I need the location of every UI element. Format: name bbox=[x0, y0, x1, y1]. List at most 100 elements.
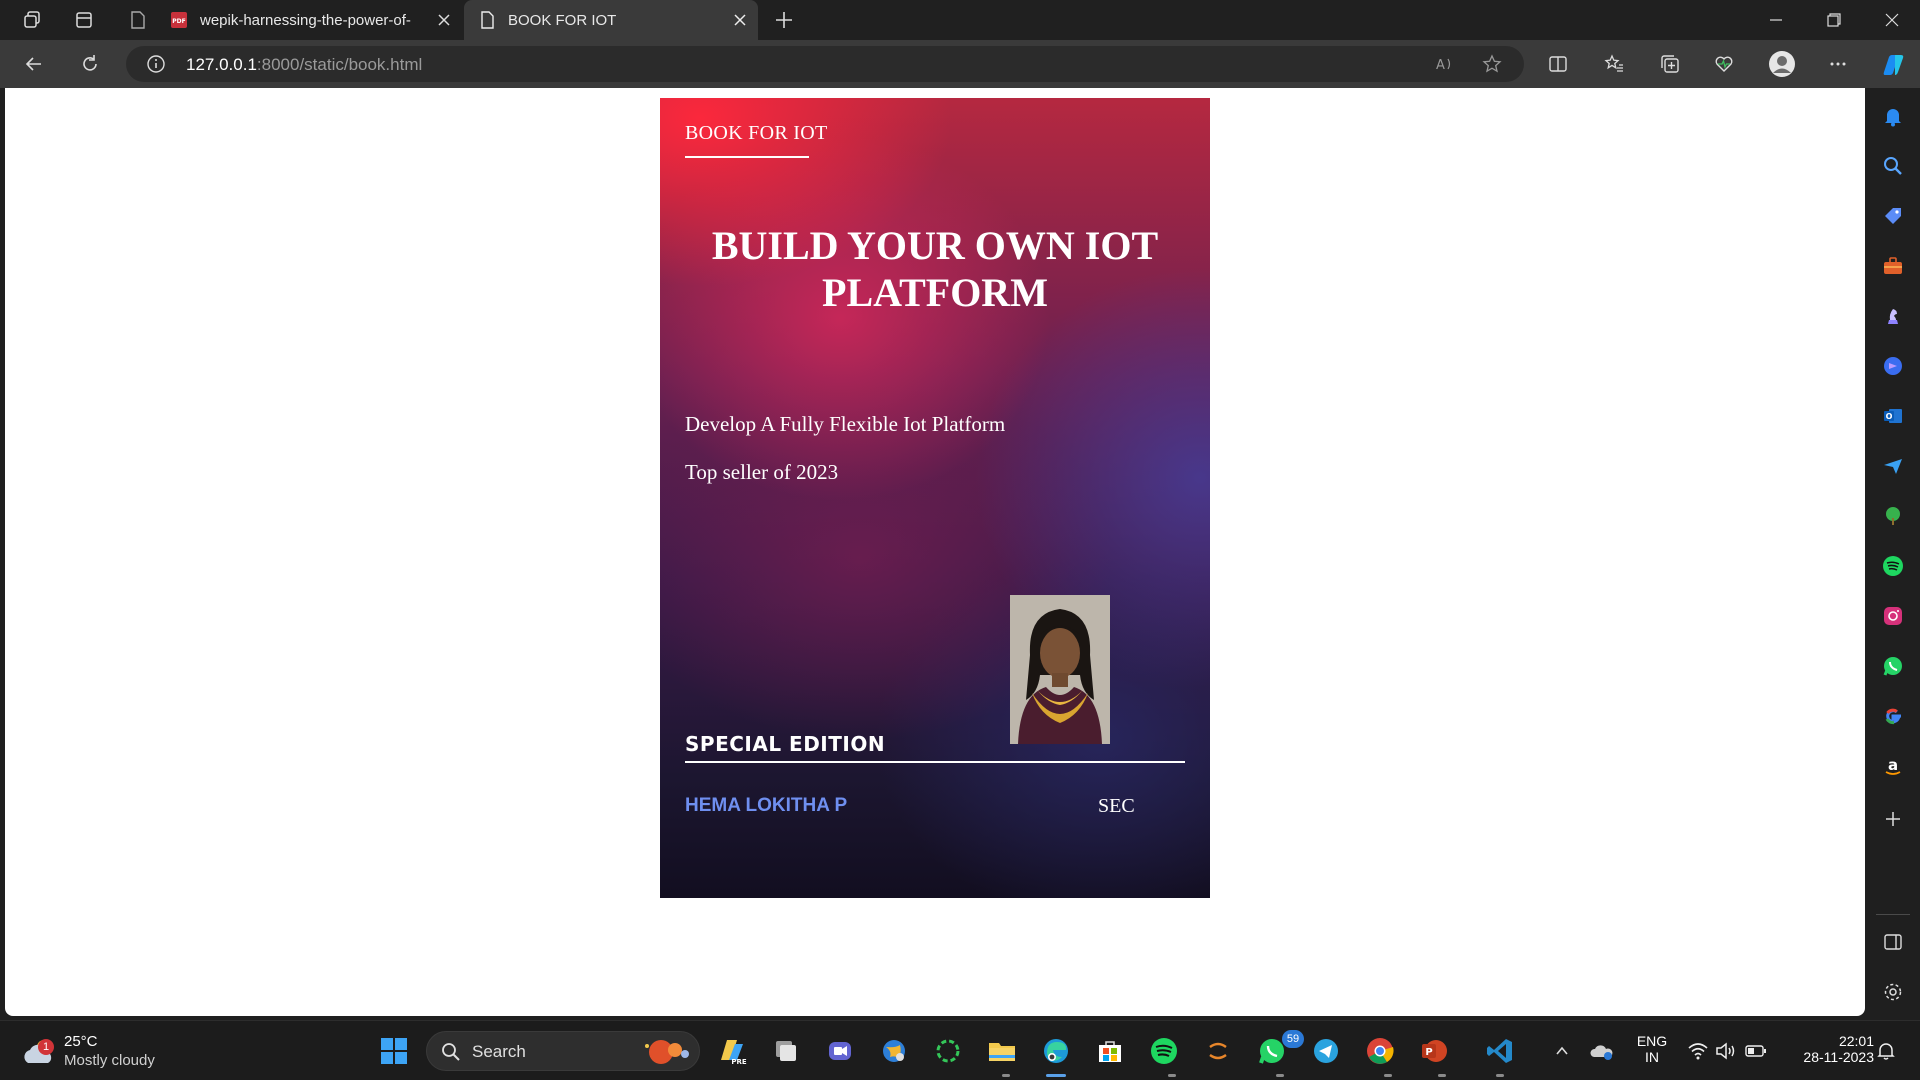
svg-text:a: a bbox=[1888, 756, 1898, 774]
svg-text:O: O bbox=[1886, 412, 1893, 421]
search-label: Search bbox=[472, 1042, 526, 1061]
back-button[interactable] bbox=[16, 48, 52, 80]
running-indicator bbox=[1496, 1074, 1504, 1077]
refresh-button[interactable] bbox=[72, 48, 108, 80]
google-icon[interactable] bbox=[1881, 704, 1905, 728]
close-tab-icon[interactable] bbox=[436, 12, 452, 28]
chevron-up-icon[interactable] bbox=[1544, 1033, 1580, 1069]
task-view-icon[interactable] bbox=[768, 1033, 804, 1069]
edition-divider bbox=[685, 761, 1185, 763]
search-icon[interactable] bbox=[1881, 154, 1905, 178]
java-app-icon[interactable] bbox=[1200, 1033, 1236, 1069]
split-screen-icon[interactable] bbox=[1540, 48, 1576, 80]
book-subtitle: Develop A Fully Flexible Iot Platform bbox=[685, 412, 1006, 436]
pdf-icon: PDF bbox=[170, 11, 188, 29]
browser-toolbar: 127.0.0.1:8000/static/book.html A bbox=[0, 40, 1920, 88]
whatsapp-badge: 59 bbox=[1282, 1030, 1304, 1048]
send-icon[interactable] bbox=[1881, 454, 1905, 478]
sidebar-divider bbox=[1876, 914, 1910, 915]
browser-titlebar: PDF wepik-harnessing-the-power-of- BOOK … bbox=[0, 0, 1920, 40]
restore-button[interactable] bbox=[1806, 0, 1862, 40]
weather-badge: 1 bbox=[38, 1039, 54, 1055]
brand-underline bbox=[685, 156, 809, 158]
tab-title: wepik-harnessing-the-power-of- bbox=[200, 11, 411, 29]
more-options-icon[interactable] bbox=[1820, 48, 1856, 80]
settings-icon[interactable] bbox=[1881, 980, 1905, 1004]
favorites-icon[interactable] bbox=[1596, 48, 1632, 80]
edge-sidebar: O a bbox=[1866, 88, 1920, 1016]
chess-icon[interactable] bbox=[1881, 304, 1905, 328]
region-code: IN bbox=[1645, 1049, 1659, 1065]
widgets-app-icon[interactable]: PRE bbox=[714, 1033, 750, 1069]
language-code: ENG bbox=[1636, 1033, 1668, 1049]
vscode-icon[interactable] bbox=[1482, 1033, 1518, 1069]
browser-essentials-icon[interactable] bbox=[1706, 48, 1742, 80]
spotify-icon[interactable] bbox=[1881, 554, 1905, 578]
windows-taskbar: 1 25°C Mostly cloudy Search PRE 59 P ENG… bbox=[0, 1020, 1920, 1080]
tab-book-for-iot[interactable]: BOOK FOR IOT bbox=[464, 0, 758, 40]
chrome-icon[interactable] bbox=[1362, 1033, 1398, 1069]
microsoft-store-icon[interactable] bbox=[1092, 1033, 1128, 1069]
profile-avatar[interactable] bbox=[1764, 48, 1800, 80]
close-window-button[interactable] bbox=[1864, 0, 1920, 40]
globe-app-icon[interactable] bbox=[876, 1033, 912, 1069]
copilot-icon[interactable] bbox=[1881, 354, 1905, 378]
minimize-button[interactable] bbox=[1748, 0, 1804, 40]
briefcase-icon[interactable] bbox=[1881, 254, 1905, 278]
battery-icon[interactable] bbox=[1738, 1033, 1774, 1069]
book-cover: BOOK FOR IOT BUILD YOUR OWN IOT PLATFORM… bbox=[660, 98, 1210, 898]
add-icon[interactable] bbox=[1881, 807, 1905, 831]
telegram-icon[interactable] bbox=[1308, 1033, 1344, 1069]
pinned-tab-icon[interactable] bbox=[120, 4, 156, 36]
running-indicator bbox=[1002, 1074, 1010, 1077]
copilot-icon[interactable] bbox=[1876, 48, 1912, 80]
language-indicator[interactable]: ENG IN bbox=[1634, 1033, 1670, 1065]
book-title: BUILD YOUR OWN IOT PLATFORM bbox=[660, 222, 1210, 316]
onedrive-icon[interactable] bbox=[1584, 1033, 1620, 1069]
url-text[interactable]: 127.0.0.1:8000/static/book.html bbox=[186, 55, 422, 75]
tab-actions-icon[interactable] bbox=[66, 4, 102, 36]
site-info-icon[interactable] bbox=[144, 52, 168, 76]
search-highlight-icon bbox=[645, 1040, 689, 1064]
svg-text:PRE: PRE bbox=[731, 1058, 747, 1066]
tree-icon[interactable] bbox=[1881, 504, 1905, 528]
svg-text:PDF: PDF bbox=[172, 18, 185, 25]
running-indicator bbox=[1438, 1074, 1446, 1077]
new-tab-button[interactable] bbox=[766, 4, 802, 36]
collections-icon[interactable] bbox=[1652, 48, 1688, 80]
tab-title: BOOK FOR IOT bbox=[508, 11, 617, 29]
svg-text:A: A bbox=[1436, 58, 1445, 73]
powerpoint-icon[interactable]: P bbox=[1416, 1033, 1452, 1069]
taskbar-search[interactable]: Search bbox=[426, 1031, 700, 1071]
spotify-taskbar-icon[interactable] bbox=[1146, 1033, 1182, 1069]
tag-icon[interactable] bbox=[1881, 204, 1905, 228]
amazon-icon[interactable]: a bbox=[1881, 754, 1905, 778]
read-aloud-icon[interactable]: A bbox=[1432, 52, 1456, 76]
whatsapp-icon[interactable] bbox=[1881, 654, 1905, 678]
sidebar-toggle-icon[interactable] bbox=[1881, 930, 1905, 954]
favorite-star-icon[interactable] bbox=[1480, 52, 1504, 76]
tab-pdf[interactable]: PDF wepik-harnessing-the-power-of- bbox=[170, 0, 462, 40]
instagram-icon[interactable] bbox=[1881, 604, 1905, 628]
book-title-line: PLATFORM bbox=[822, 270, 1048, 315]
book-brand: BOOK FOR IOT bbox=[685, 122, 828, 144]
workspaces-icon[interactable] bbox=[14, 4, 50, 36]
clock[interactable]: 22:01 28-11-2023 bbox=[1782, 1033, 1874, 1065]
file-explorer-icon[interactable] bbox=[984, 1033, 1020, 1069]
active-indicator bbox=[1046, 1074, 1066, 1077]
address-bar[interactable]: 127.0.0.1:8000/static/book.html A bbox=[126, 46, 1524, 82]
loading-app-icon[interactable] bbox=[930, 1033, 966, 1069]
weather-temp: 25°C bbox=[64, 1033, 98, 1050]
weather-widget[interactable]: 1 25°C Mostly cloudy bbox=[20, 1031, 155, 1071]
search-icon bbox=[442, 1043, 460, 1061]
close-tab-icon[interactable] bbox=[732, 12, 748, 28]
bell-icon[interactable] bbox=[1881, 104, 1905, 128]
edge-browser-icon[interactable] bbox=[1038, 1033, 1074, 1069]
outlook-icon[interactable]: O bbox=[1881, 404, 1905, 428]
author-photo bbox=[1010, 595, 1110, 744]
book-title-line: BUILD YOUR OWN IOT bbox=[711, 223, 1159, 268]
notification-bell-icon[interactable] bbox=[1868, 1033, 1904, 1069]
edition-label: SPECIAL EDITION bbox=[685, 732, 886, 756]
teams-chat-icon[interactable] bbox=[822, 1033, 858, 1069]
start-button[interactable] bbox=[376, 1033, 412, 1069]
